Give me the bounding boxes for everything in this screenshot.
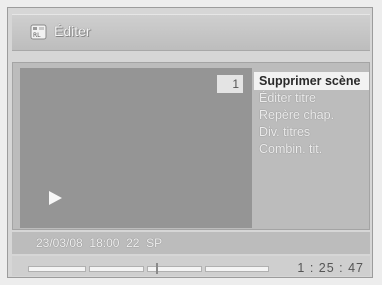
chapter-segment	[205, 266, 269, 272]
scene-number: 1	[217, 75, 243, 93]
menu-item-editer-titre[interactable]: Éditer titre	[254, 90, 369, 107]
chapter-segment	[89, 266, 144, 272]
playhead-marker[interactable]	[156, 263, 158, 274]
menu-item-supprimer-scene[interactable]: Supprimer scène	[254, 72, 369, 90]
title-bar: RL Éditer	[12, 14, 370, 51]
menu-item-repere-chap[interactable]: Repère chap.	[254, 107, 369, 124]
info-bar: 23/03/08 18:00 22 SP	[12, 232, 370, 254]
edit-menu: Supprimer scène Éditer titre Repère chap…	[254, 72, 369, 158]
play-icon	[49, 191, 62, 205]
recording-channel: 22	[126, 236, 140, 250]
window-title: Éditer	[54, 23, 91, 39]
recording-info: 23/03/08 18:00 22 SP	[36, 236, 162, 250]
menu-item-combin-tit[interactable]: Combin. tit.	[254, 141, 369, 158]
svg-text:RL: RL	[33, 32, 41, 39]
recording-date: 23/03/08	[36, 236, 83, 250]
chapter-track[interactable]	[28, 263, 272, 274]
edit-film-icon: RL	[30, 24, 47, 40]
recording-mode: SP	[146, 236, 163, 250]
menu-item-div-titres[interactable]: Div. titres	[254, 124, 369, 141]
timecode: 1 : 25 : 47	[297, 261, 364, 275]
recording-time: 18:00	[89, 236, 120, 250]
chapter-segment	[28, 266, 86, 272]
